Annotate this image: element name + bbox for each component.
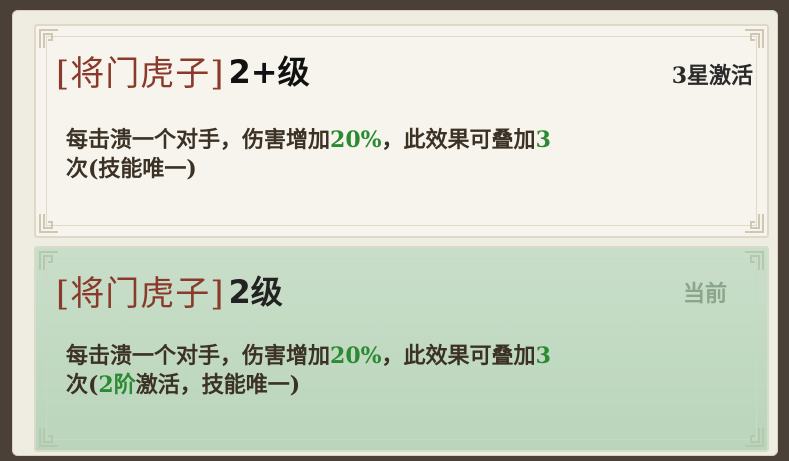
corner-ornament-icon [38,212,60,234]
skill-title: [将门虎子] 2级 [56,266,283,314]
skill-description: 每击溃一个对手，伤害增加20%，此效果可叠加3 次(2阶激活，技能唯一) [66,342,741,400]
desc-text: 每击溃一个对手，伤害增加 [66,343,331,369]
skill-level-card-next: [将门虎子] 2+级 3星激活 每击溃一个对手，伤害增加20%，此效果可叠加3 … [34,24,769,238]
desc-text: 每击溃一个对手，伤害增加 [66,127,331,153]
desc-highlight-percent: 20% [330,343,382,369]
desc-text: 次( [66,372,99,398]
desc-text: ，此效果可叠加 [381,127,536,153]
desc-highlight-count: 3 [535,343,551,369]
desc-text: ，此效果可叠加 [381,343,536,369]
desc-text: 激活，技能唯一) [135,372,301,398]
corner-ornament-icon [743,212,765,234]
skill-level-panel: [将门虎子] 2+级 3星激活 每击溃一个对手，伤害增加20%，此效果可叠加3 … [12,10,778,456]
skill-description: 每击溃一个对手，伤害增加20%，此效果可叠加3 次(技能唯一) [66,126,741,184]
activation-requirement: 3星激活 [671,63,753,89]
skill-level-card-current: [将门虎子] 2级 当前 每击溃一个对手，伤害增加20%，此效果可叠加3 次(2… [34,246,769,452]
skill-name: [将门虎子] [56,53,225,94]
desc-highlight-stage: 2阶 [98,372,136,398]
corner-ornament-icon [743,28,765,50]
desc-highlight-count: 3 [535,127,551,153]
corner-ornament-icon [743,250,765,272]
skill-level: 2级 [228,273,283,311]
skill-level: 2+级 [228,53,310,91]
current-label: 当前 [682,281,727,307]
skill-name: [将门虎子] [56,273,225,314]
corner-ornament-icon [743,426,765,448]
corner-ornament-icon [38,426,60,448]
desc-text: 次(技能唯一) [66,156,197,182]
skill-title: [将门虎子] 2+级 [56,46,310,94]
desc-highlight-percent: 20% [330,127,382,153]
